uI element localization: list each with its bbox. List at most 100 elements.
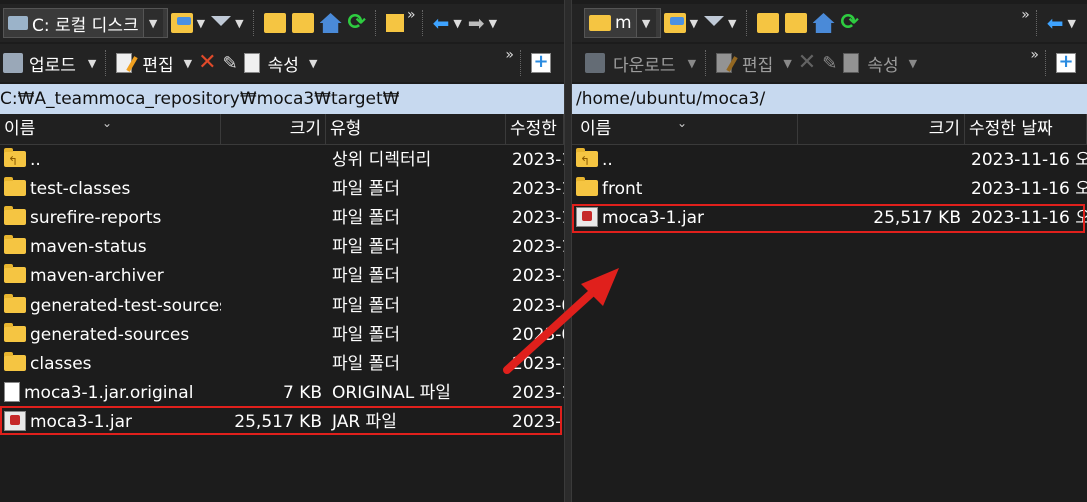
- remote-path-bar[interactable]: /home/ubuntu/moca3/: [572, 84, 1087, 114]
- cell-size: 25,517 KB: [221, 408, 326, 437]
- refresh-button[interactable]: ⟳: [838, 8, 862, 38]
- cell-size: [221, 233, 326, 262]
- column-name[interactable]: 이름 ⌄: [572, 114, 798, 145]
- cell-type: 파일 폴더: [326, 262, 506, 291]
- table-row[interactable]: moca3-1.jar 25,517 KB 2023-11-16 오: [572, 204, 1087, 233]
- edit-icon: [716, 53, 733, 73]
- cell-size: [221, 292, 326, 321]
- column-modified[interactable]: 수정한 날짜: [965, 114, 1087, 145]
- type-text: 상위 디렉터리: [332, 150, 432, 171]
- home-button[interactable]: [317, 8, 345, 38]
- open-folder-icon: [663, 13, 686, 33]
- filter-button[interactable]: ▼: [701, 8, 739, 38]
- arrow-left-icon: ⬅: [1046, 11, 1064, 35]
- cell-modified: 2023-: [506, 408, 564, 437]
- root-dir-button[interactable]: [782, 8, 810, 38]
- back-button[interactable]: ⬅ ▼: [1044, 8, 1079, 38]
- name-text: moca3-1.jar.original: [24, 382, 194, 403]
- modified-text: 2023-1: [512, 150, 564, 171]
- properties-icon: [243, 53, 260, 73]
- cell-size: 25,517 KB: [798, 204, 965, 233]
- cell-type: 파일 폴더: [326, 292, 506, 321]
- modified-text: 2023-: [512, 411, 562, 432]
- name-text: front: [602, 179, 643, 200]
- name-text: moca3-1.jar: [30, 411, 133, 432]
- parent-folder-icon: [263, 13, 286, 33]
- plus-icon: +: [1056, 53, 1076, 73]
- table-row[interactable]: classes 파일 폴더 2023-1: [0, 350, 564, 379]
- toolbar-overflow[interactable]: »: [407, 7, 416, 23]
- chevron-down-icon[interactable]: ▼: [142, 9, 163, 37]
- delete-button[interactable]: ✕: [195, 48, 219, 78]
- filter-icon: [704, 16, 725, 26]
- cell-modified: 2023-11-16 오: [965, 175, 1087, 204]
- home-button[interactable]: [810, 8, 838, 38]
- open-folder-button[interactable]: ▼: [168, 8, 208, 38]
- column-size[interactable]: 크기: [798, 114, 965, 145]
- tree-button[interactable]: [383, 8, 407, 38]
- download-button[interactable]: 다운로드 ▼: [582, 48, 699, 78]
- properties-button[interactable]: 속성 ▼: [241, 48, 321, 78]
- parent-dir-button[interactable]: [754, 8, 782, 38]
- modified-text: 2023-1: [512, 237, 564, 258]
- rename-button[interactable]: ✎: [220, 48, 241, 78]
- table-row[interactable]: generated-test-sources 파일 폴더 2023-0: [0, 291, 564, 320]
- cell-type: 파일 폴더: [326, 175, 506, 204]
- root-dir-button[interactable]: [289, 8, 317, 38]
- cell-size: [798, 146, 965, 175]
- refresh-button[interactable]: ⟳: [345, 8, 369, 38]
- toolbar-separator: [705, 50, 707, 76]
- cell-name: front: [572, 175, 798, 204]
- new-file-button[interactable]: +: [1053, 48, 1079, 78]
- jar-file-icon: [4, 410, 26, 431]
- toolbar-overflow[interactable]: »: [505, 47, 514, 63]
- toolbar-overflow[interactable]: »: [1021, 7, 1030, 23]
- home-icon: [812, 13, 835, 33]
- chevron-down-icon[interactable]: ▼: [635, 9, 656, 37]
- modified-text: 2023-1: [512, 353, 564, 374]
- cell-size: [221, 146, 326, 175]
- filter-button[interactable]: ▼: [208, 8, 246, 38]
- cell-type: 파일 폴더: [326, 321, 506, 350]
- properties-button[interactable]: 속성 ▼: [840, 48, 920, 78]
- filter-icon: [211, 16, 232, 26]
- table-row[interactable]: test-classes 파일 폴더 2023-1: [0, 175, 564, 204]
- delete-button[interactable]: ✕: [795, 48, 819, 78]
- open-folder-button[interactable]: ▼: [661, 8, 701, 38]
- name-text: ..: [30, 150, 41, 171]
- table-row[interactable]: maven-archiver 파일 폴더 2023-1: [0, 262, 564, 291]
- back-button[interactable]: ⬅ ▼: [430, 8, 465, 38]
- table-row[interactable]: maven-status 파일 폴더 2023-1: [0, 233, 564, 262]
- column-type[interactable]: 유형: [326, 114, 506, 145]
- table-row[interactable]: surefire-reports 파일 폴더 2023-1: [0, 204, 564, 233]
- cell-size: [221, 350, 326, 379]
- new-file-button[interactable]: +: [528, 48, 554, 78]
- local-drive-select[interactable]: C: 로컬 디스크 ▼: [3, 8, 168, 38]
- table-row[interactable]: moca3-1.jar.original 7 KB ORIGINAL 파일 2023-…: [0, 379, 564, 408]
- table-row[interactable]: generated-sources 파일 폴더 2023-0: [0, 321, 564, 350]
- table-row[interactable]: moca3-1.jar 25,517 KB JAR 파일 2023-: [0, 408, 564, 437]
- cell-modified: 2023-1: [506, 262, 564, 291]
- local-path-bar[interactable]: C:₩A_teammoca_repository₩moca3₩target₩: [0, 84, 564, 114]
- cell-name: surefire-reports: [0, 204, 221, 233]
- column-modified[interactable]: 수정한: [506, 114, 564, 145]
- table-row[interactable]: .. 상위 디렉터리 2023-1: [0, 146, 564, 175]
- forward-button[interactable]: ➡ ▼: [465, 8, 500, 38]
- table-row[interactable]: front 2023-11-16 오: [572, 175, 1087, 204]
- edit-label: 편집: [742, 55, 774, 76]
- column-size[interactable]: 크기: [221, 114, 326, 145]
- remote-drive-select[interactable]: m ▼: [584, 8, 661, 38]
- toolbar-overflow[interactable]: »: [1030, 47, 1039, 63]
- upload-button[interactable]: 업로드 ▼: [0, 48, 99, 78]
- column-name[interactable]: 이름 ⌄: [0, 114, 221, 145]
- table-row[interactable]: .. 2023-11-16 오: [572, 146, 1087, 175]
- edit-button[interactable]: 편집 ▼: [113, 48, 195, 78]
- cell-type: JAR 파일: [326, 408, 506, 437]
- cell-type: 상위 디렉터리: [326, 146, 506, 175]
- rename-button[interactable]: ✎: [819, 48, 840, 78]
- parent-folder-icon: [756, 13, 779, 33]
- pane-splitter[interactable]: [564, 0, 572, 502]
- sort-arrow-icon: ⌄: [677, 116, 688, 130]
- parent-dir-button[interactable]: [261, 8, 289, 38]
- edit-button[interactable]: 편집 ▼: [713, 48, 795, 78]
